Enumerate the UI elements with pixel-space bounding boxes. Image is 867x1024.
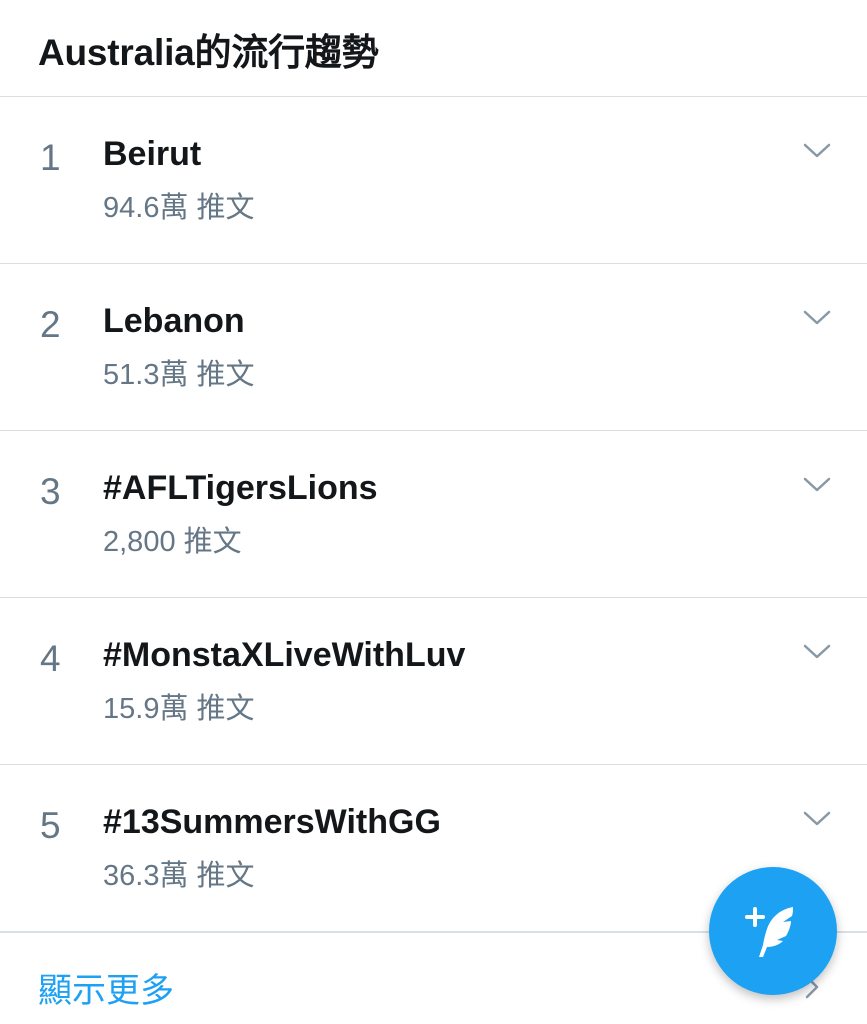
trend-list: 1 Beirut 94.6萬 推文 2 Lebanon 51.3萬 推文 3 #… — [0, 97, 867, 932]
chevron-down-icon[interactable] — [802, 141, 832, 161]
chevron-down-icon[interactable] — [802, 308, 832, 328]
trend-name: Beirut — [103, 135, 202, 173]
trend-item-4[interactable]: 4 #MonstaXLiveWithLuv 15.9萬 推文 — [0, 598, 867, 765]
trend-item-1[interactable]: 1 Beirut 94.6萬 推文 — [0, 97, 867, 264]
trend-tweet-count: 94.6萬 推文 — [103, 192, 255, 224]
trend-item-2[interactable]: 2 Lebanon 51.3萬 推文 — [0, 264, 867, 431]
trend-rank: 5 — [40, 805, 61, 846]
trend-tweet-count: 15.9萬 推文 — [103, 693, 255, 725]
trend-rank: 3 — [40, 471, 61, 512]
compose-tweet-button[interactable] — [709, 867, 837, 995]
trend-name: #MonstaXLiveWithLuv — [103, 636, 466, 674]
trend-tweet-count: 2,800 推文 — [103, 526, 242, 558]
show-more-label: 顯示更多 — [38, 972, 174, 1010]
trend-rank: 4 — [40, 638, 61, 679]
chevron-down-icon[interactable] — [802, 642, 832, 662]
chevron-down-icon[interactable] — [802, 475, 832, 495]
header: Australia的流行趨勢 — [0, 0, 867, 97]
trend-name: #13SummersWithGG — [103, 803, 441, 841]
trend-item-3[interactable]: 3 #AFLTigersLions 2,800 推文 — [0, 431, 867, 598]
chevron-down-icon[interactable] — [802, 809, 832, 829]
page-title: Australia的流行趨勢 — [38, 32, 379, 73]
trend-name: #AFLTigersLions — [103, 469, 378, 507]
trend-rank: 1 — [40, 137, 61, 178]
trend-name: Lebanon — [103, 302, 245, 340]
trend-tweet-count: 36.3萬 推文 — [103, 860, 255, 892]
trend-rank: 2 — [40, 304, 61, 345]
compose-tweet-icon — [745, 907, 793, 957]
trend-tweet-count: 51.3萬 推文 — [103, 359, 255, 391]
